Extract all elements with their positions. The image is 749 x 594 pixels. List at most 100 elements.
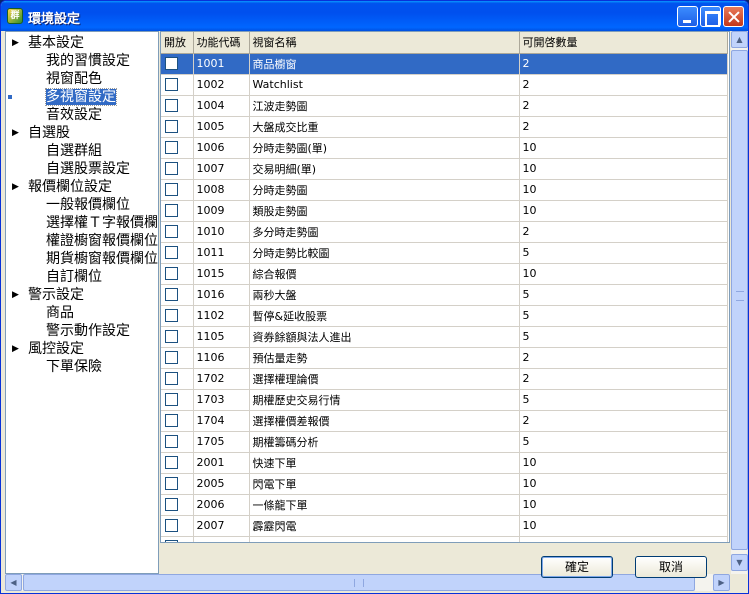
function-code-cell[interactable]: 2005 [193,473,250,495]
function-code-cell[interactable]: 1007 [193,158,250,180]
expand-arrow-icon[interactable]: ▶ [12,178,24,196]
max-count-cell[interactable]: 10 [519,452,728,474]
table-row[interactable]: 1006 分時走勢圖(單) 10 [161,137,728,159]
tree-item[interactable]: 視窗配色 [28,70,102,88]
settings-tree[interactable]: ▶ 基本設定 我的習慣設定 視窗配色 多視窗設定 音效設定 ▶ 自選股 自選群組 自選股票設定 ▶ 報… [5,31,159,574]
table-row[interactable]: 2005 閃電下單 10 [161,473,728,495]
window-name-cell[interactable]: 資券餘額與法人進出 [249,326,520,348]
open-checkbox[interactable] [165,540,178,542]
max-count-cell[interactable]: 2 [519,95,728,117]
open-checkbox[interactable] [165,120,178,134]
function-code-cell[interactable]: 1102 [193,305,250,327]
open-checkbox[interactable] [165,141,178,155]
tree-item[interactable]: ▶ 自選股 [12,124,70,142]
function-code-cell[interactable]: 1015 [193,263,250,285]
max-count-cell[interactable]: 10 [519,158,728,180]
max-count-cell[interactable]: 10 [519,473,728,495]
max-count-cell[interactable]: 5 [519,305,728,327]
minimize-button[interactable] [677,6,698,27]
title-bar[interactable]: 群 環境設定 [1,1,748,31]
open-checkbox[interactable] [165,288,178,302]
function-code-cell[interactable]: 1006 [193,137,250,159]
table-row[interactable]: 1009 類股走勢圖 10 [161,200,728,222]
function-code-cell[interactable]: 2001 [193,452,250,474]
open-checkbox[interactable] [165,393,178,407]
table-row[interactable]: 1106 預估量走勢 2 [161,347,728,369]
table-row[interactable]: 1705 期權籌碼分析 5 [161,431,728,453]
window-name-cell[interactable]: 交易明細(單) [249,158,520,180]
open-checkbox[interactable] [165,351,178,365]
function-code-cell[interactable]: 1004 [193,95,250,117]
window-name-cell[interactable]: 多分時走勢圖 [249,221,520,243]
function-code-cell[interactable]: 1016 [193,284,250,306]
cancel-button[interactable]: 取消 [635,556,707,578]
open-checkbox[interactable] [165,225,178,239]
column-header-name[interactable]: 視窗名稱 [249,32,520,54]
tree-item[interactable]: 商品 [28,304,74,322]
column-header-count[interactable]: 可開啓數量 [519,32,728,54]
table-row[interactable]: 1702 選擇權理論價 2 [161,368,728,390]
function-code-cell[interactable]: 1005 [193,116,250,138]
window-settings-grid[interactable]: 開放 功能代碼 視窗名稱 可開啓數量 1001 商品櫥窗 2 1002 Watchlis… [160,31,730,543]
max-count-cell[interactable]: 2 [519,347,728,369]
max-count-cell[interactable]: 10 [519,263,728,285]
table-row[interactable]: 1011 分時走勢比較圖 5 [161,242,728,264]
max-count-cell[interactable]: 2 [519,368,728,390]
tree-item[interactable]: 自選群組 [28,142,102,160]
table-row[interactable]: 2008 [161,536,728,542]
max-count-cell[interactable]: 5 [519,242,728,264]
window-name-cell[interactable]: 選擇權價差報價 [249,410,520,432]
open-checkbox[interactable] [165,519,178,533]
max-count-cell[interactable]: 10 [519,137,728,159]
max-count-cell[interactable]: 2 [519,410,728,432]
window-name-cell[interactable] [249,536,520,542]
max-count-cell[interactable]: 5 [519,326,728,348]
tree-item[interactable]: 自訂欄位 [28,268,102,286]
table-row[interactable]: 1015 綜合報價 10 [161,263,728,285]
expand-arrow-icon[interactable]: ▶ [12,124,24,142]
function-code-cell[interactable]: 1106 [193,347,250,369]
maximize-button[interactable] [700,6,721,27]
max-count-cell[interactable]: 10 [519,494,728,516]
open-checkbox[interactable] [165,372,178,386]
table-row[interactable]: 1102 暫停&延收股票 5 [161,305,728,327]
function-code-cell[interactable]: 2007 [193,515,250,537]
table-row[interactable]: 1010 多分時走勢圖 2 [161,221,728,243]
close-button[interactable] [723,6,744,27]
table-row[interactable]: 1016 兩秒大盤 5 [161,284,728,306]
window-name-cell[interactable]: 大盤成交比重 [249,116,520,138]
vertical-scrollbar[interactable]: ▲ ▼ [730,31,748,574]
table-row[interactable]: 1007 交易明細(單) 10 [161,158,728,180]
function-code-cell[interactable]: 1704 [193,410,250,432]
window-name-cell[interactable]: 分時走勢圖(單) [249,137,520,159]
function-code-cell[interactable]: 2006 [193,494,250,516]
open-checkbox[interactable] [165,414,178,428]
tree-item[interactable]: ▶ 報價欄位設定 [12,178,112,196]
open-checkbox[interactable] [165,78,178,92]
table-row[interactable]: 1105 資券餘額與法人進出 5 [161,326,728,348]
column-header-code[interactable]: 功能代碼 [193,32,250,54]
open-checkbox[interactable] [165,204,178,218]
window-name-cell[interactable]: 閃電下單 [249,473,520,495]
table-row[interactable]: 1004 江波走勢圖 2 [161,95,728,117]
open-checkbox[interactable] [165,330,178,344]
window-name-cell[interactable]: 暫停&延收股票 [249,305,520,327]
function-code-cell[interactable]: 1705 [193,431,250,453]
open-checkbox[interactable] [165,477,178,491]
tree-item[interactable]: 權證櫥窗報價欄位 [28,232,158,250]
max-count-cell[interactable]: 10 [519,200,728,222]
table-row[interactable]: 1001 商品櫥窗 2 [161,53,728,75]
open-checkbox[interactable] [165,435,178,449]
table-row[interactable]: 2001 快速下單 10 [161,452,728,474]
window-name-cell[interactable]: 分時走勢圖 [249,179,520,201]
table-row[interactable]: 1002 Watchlist 2 [161,74,728,96]
table-row[interactable]: 1704 選擇權價差報價 2 [161,410,728,432]
scroll-up-arrow-icon[interactable]: ▲ [731,31,748,48]
window-name-cell[interactable]: 選擇權理論價 [249,368,520,390]
window-name-cell[interactable]: 期權歷史交易行情 [249,389,520,411]
table-row[interactable]: 1005 大盤成交比重 2 [161,116,728,138]
window-name-cell[interactable]: 江波走勢圖 [249,95,520,117]
open-checkbox[interactable] [165,57,178,71]
table-row[interactable]: 1703 期權歷史交易行情 5 [161,389,728,411]
function-code-cell[interactable]: 1011 [193,242,250,264]
